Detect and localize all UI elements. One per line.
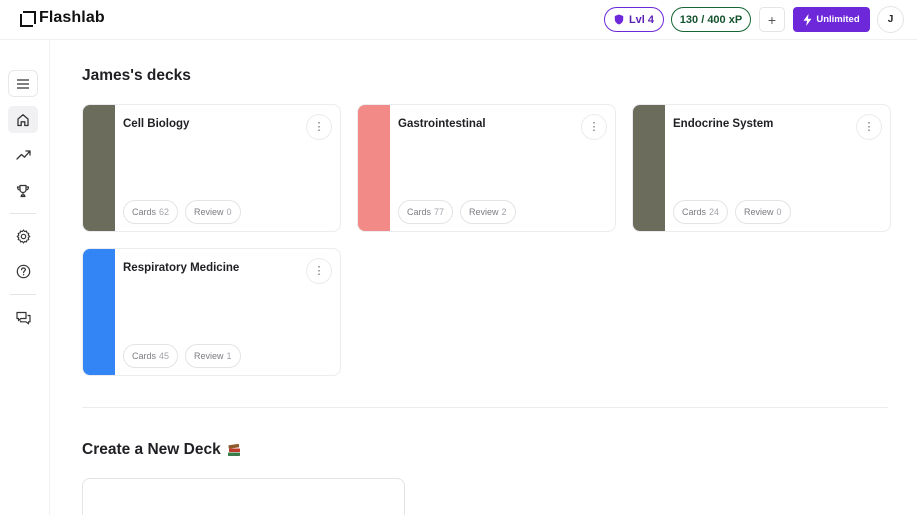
sidebar-divider	[10, 213, 36, 214]
shield-icon	[614, 14, 624, 25]
app-name: Flashlab	[39, 9, 105, 26]
deck-title: Endocrine System	[673, 118, 774, 130]
review-count: 1	[226, 351, 232, 361]
deck-title: Cell Biology	[123, 118, 190, 130]
sidebar-menu-button[interactable]	[8, 70, 38, 97]
level-label: Lvl 4	[628, 13, 655, 26]
more-vertical-icon: ⋮	[863, 120, 875, 133]
cards-count-chip: Cards 45	[123, 344, 179, 368]
cards-count-chip: Cards 62	[123, 200, 179, 224]
cards-count-chip: Cards 24	[673, 200, 729, 224]
section-divider	[82, 407, 888, 408]
review-count-chip: Review 1	[185, 344, 241, 368]
deck-options-button[interactable]: ⋮	[856, 114, 882, 140]
books-icon	[227, 443, 240, 456]
cards-count: 24	[709, 207, 720, 217]
review-count: 2	[501, 207, 507, 217]
review-label: Review	[194, 207, 224, 217]
unlimited-button[interactable]: Unlimited	[793, 7, 870, 32]
deck-color-stripe	[83, 105, 115, 231]
review-label: Review	[194, 351, 224, 361]
chat-icon	[15, 311, 31, 324]
review-count: 0	[776, 207, 782, 217]
deck-card[interactable]: Respiratory Medicine ⋮ Cards 45 Review 1	[82, 248, 341, 376]
more-vertical-icon: ⋮	[313, 264, 325, 277]
sidebar-item-help[interactable]	[8, 258, 38, 285]
add-button[interactable]: +	[759, 7, 785, 32]
review-count-chip: Review 0	[185, 200, 241, 224]
top-bar: Flashlab Lvl 4 130 / 400 xP + Unlimited …	[0, 0, 917, 40]
review-count-chip: Review 0	[735, 200, 791, 224]
new-deck-card[interactable]	[82, 478, 405, 515]
review-count: 0	[226, 207, 232, 217]
cards-count: 45	[159, 351, 170, 361]
review-count-chip: Review 2	[460, 200, 516, 224]
plus-icon: +	[767, 11, 777, 28]
deck-options-button[interactable]: ⋮	[581, 114, 607, 140]
review-label: Review	[744, 207, 774, 217]
trending-up-icon	[15, 150, 31, 160]
deck-card[interactable]: Cell Biology ⋮ Cards 62 Review 0	[82, 104, 341, 232]
deck-options-button[interactable]: ⋮	[306, 258, 332, 284]
menu-icon	[17, 78, 29, 89]
deck-color-stripe	[358, 105, 390, 231]
sidebar	[0, 40, 50, 515]
deck-color-stripe	[83, 249, 115, 375]
cards-count-chip: Cards 77	[398, 200, 454, 224]
help-icon	[16, 264, 30, 279]
cards-label: Cards	[132, 351, 157, 361]
xp-label: 130 / 400 xP	[679, 13, 743, 26]
more-vertical-icon: ⋮	[588, 120, 600, 133]
deck-options-button[interactable]: ⋮	[306, 114, 332, 140]
cards-label: Cards	[132, 207, 157, 217]
deck-title: Gastrointestinal	[398, 118, 486, 130]
cards-count: 62	[159, 207, 170, 217]
cards-count: 77	[434, 207, 445, 217]
trophy-icon	[16, 184, 30, 197]
create-deck-heading: Create a New Deck	[82, 441, 242, 459]
unlimited-label: Unlimited	[816, 14, 860, 25]
sidebar-item-home[interactable]	[8, 106, 38, 133]
deck-title: Respiratory Medicine	[123, 262, 240, 274]
sidebar-divider	[10, 294, 36, 295]
review-label: Review	[469, 207, 499, 217]
level-badge[interactable]: Lvl 4	[604, 7, 664, 32]
sidebar-item-progress[interactable]	[8, 141, 38, 168]
gear-icon	[16, 229, 30, 244]
home-icon	[17, 113, 29, 126]
user-avatar[interactable]: J	[877, 6, 904, 33]
deck-card[interactable]: Gastrointestinal ⋮ Cards 77 Review 2	[357, 104, 616, 232]
deck-color-stripe	[633, 105, 665, 231]
xp-badge[interactable]: 130 / 400 xP	[671, 7, 751, 32]
more-vertical-icon: ⋮	[313, 120, 325, 133]
create-deck-title: Create a New Deck	[82, 441, 221, 458]
cards-label: Cards	[407, 207, 432, 217]
decks-title: James's decks	[82, 67, 191, 84]
app-logo[interactable]: Flashlab	[20, 9, 105, 27]
lightning-icon	[803, 13, 812, 26]
logo-icon	[20, 11, 36, 27]
deck-card[interactable]: Endocrine System ⋮ Cards 24 Review 0	[632, 104, 891, 232]
cards-label: Cards	[682, 207, 707, 217]
sidebar-item-feedback[interactable]	[8, 304, 38, 331]
avatar-initial: J	[887, 14, 894, 25]
sidebar-item-achievements[interactable]	[8, 177, 38, 204]
sidebar-item-settings[interactable]	[8, 223, 38, 250]
